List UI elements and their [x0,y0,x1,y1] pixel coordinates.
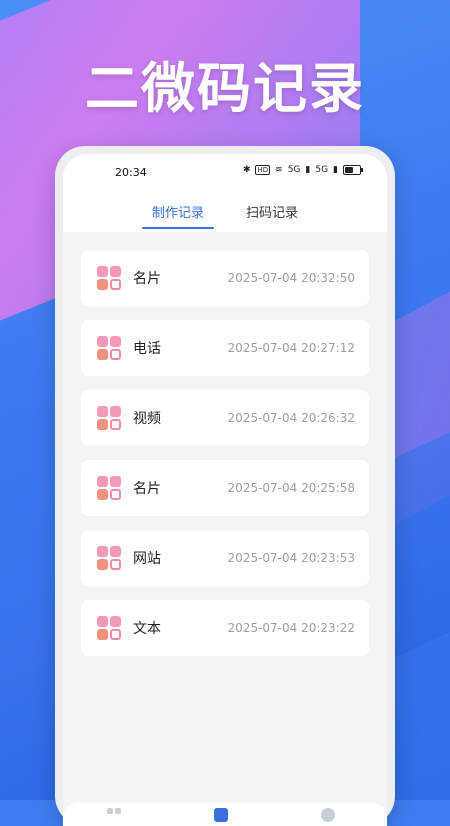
app-screen: 20:34 ✱ HD ≋ 5G ▮ 5G ▮ 制作记录 扫码记录 名片 2025… [63,154,387,826]
record-label: 文本 [133,621,161,637]
top-bar: 20:34 ✱ HD ≋ 5G ▮ 5G ▮ 制作记录 扫码记录 [63,154,387,232]
qr-code-icon [97,616,121,640]
record-time: 2025-07-04 20:27:12 [227,341,355,355]
qr-code-icon [97,406,121,430]
signal-icon: ▮ [305,165,311,175]
list-item[interactable]: 电话 2025-07-04 20:27:12 [81,320,369,376]
list-item[interactable]: 视频 2025-07-04 20:26:32 [81,390,369,446]
qr-code-icon [97,546,121,570]
tab-made-records[interactable]: 制作记录 [141,198,215,229]
record-tabs: 制作记录 扫码记录 [63,198,387,229]
hd-badge: HD [255,165,271,175]
status-icons: ✱ HD ≋ 5G ▮ 5G ▮ [242,165,363,175]
battery-icon [343,165,363,175]
record-time: 2025-07-04 20:23:53 [227,551,355,565]
bluetooth-icon: ✱ [242,165,251,175]
phone-frame: 20:34 ✱ HD ≋ 5G ▮ 5G ▮ 制作记录 扫码记录 名片 2025… [55,146,395,826]
tab-scan-records[interactable]: 扫码记录 [236,198,308,229]
record-time: 2025-07-04 20:26:32 [227,411,355,425]
qr-code-icon [97,476,121,500]
signal-label-2: 5G [315,165,329,175]
record-label: 名片 [133,481,161,497]
list-item[interactable]: 名片 2025-07-04 20:25:58 [81,460,369,516]
bottom-nav [63,802,387,826]
record-list: 名片 2025-07-04 20:32:50 电话 2025-07-04 20:… [81,250,369,670]
list-item[interactable]: 网站 2025-07-04 20:23:53 [81,530,369,586]
home-icon[interactable] [107,808,121,822]
status-time: 20:34 [115,166,147,179]
record-label: 电话 [133,341,161,357]
profile-icon[interactable] [321,808,335,822]
promo-headline: 二微码记录 [85,57,365,120]
signal-label-1: 5G [287,165,301,175]
list-item[interactable]: 文本 2025-07-04 20:23:22 [81,600,369,656]
list-item[interactable]: 名片 2025-07-04 20:32:50 [81,250,369,306]
records-icon[interactable] [214,808,228,822]
record-label: 名片 [133,271,161,287]
record-label: 视频 [133,411,161,427]
wifi-icon: ≋ [275,165,283,175]
record-label: 网站 [133,551,161,567]
signal-icon: ▮ [333,165,338,175]
record-time: 2025-07-04 20:23:22 [227,621,355,635]
record-time: 2025-07-04 20:32:50 [227,271,355,285]
record-time: 2025-07-04 20:25:58 [227,481,355,495]
qr-code-icon [97,266,121,290]
qr-code-icon [97,336,121,360]
